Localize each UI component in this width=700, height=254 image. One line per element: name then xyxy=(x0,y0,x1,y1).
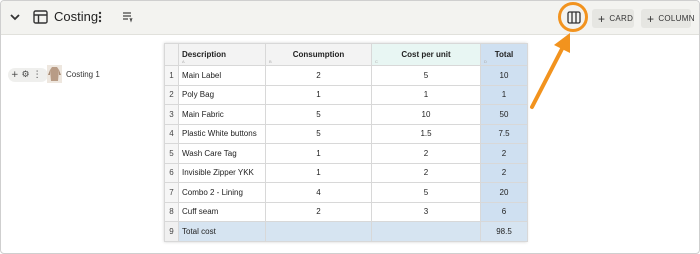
description-cell[interactable]: Poly Bag xyxy=(178,84,266,105)
row-number: 6 xyxy=(164,162,179,183)
table-row: 5 Wash Care Tag 1 2 2 xyxy=(164,143,528,164)
empty-cell xyxy=(265,221,372,242)
total-cell[interactable]: 2 xyxy=(480,162,528,183)
row-number: 2 xyxy=(164,84,179,105)
add-card-button[interactable]: + CARD xyxy=(592,9,634,28)
cost-cell[interactable]: 5 xyxy=(371,182,481,203)
consumption-cell[interactable]: 1 xyxy=(265,143,372,164)
total-cell[interactable]: 1 xyxy=(480,84,528,105)
add-card-label: CARD xyxy=(609,14,634,23)
description-cell[interactable]: Main Fabric xyxy=(178,104,266,125)
description-cell[interactable]: Plastic White buttons xyxy=(178,123,266,144)
cost-cell-selected[interactable]: 5 xyxy=(371,65,481,86)
row-number: 4 xyxy=(164,123,179,144)
consumption-cell[interactable]: 1 xyxy=(265,162,372,183)
consumption-cell[interactable]: 2 xyxy=(265,201,372,222)
table-row: 8 Cuff seam 2 3 6 xyxy=(164,201,528,222)
description-cell[interactable]: Combo 2 - Lining xyxy=(178,182,266,203)
table-icon xyxy=(33,10,48,24)
description-header[interactable]: Description A xyxy=(178,43,266,66)
add-column-button[interactable]: + COLUMN xyxy=(641,9,695,28)
cost-cell[interactable]: 3 xyxy=(371,201,481,222)
total-cost-value: 98.5 xyxy=(480,221,528,242)
row-number: 7 xyxy=(164,182,179,203)
panel-title: Costing xyxy=(54,9,99,24)
row-number: 8 xyxy=(164,201,179,222)
consumption-cell[interactable]: 5 xyxy=(265,123,372,144)
table-row: 1 Main Label 2 5 10 xyxy=(164,65,528,86)
total-header[interactable]: Total D xyxy=(480,43,528,66)
garment-thumbnail-image xyxy=(47,65,62,83)
row-number: 5 xyxy=(164,143,179,164)
consumption-header[interactable]: Consumption B xyxy=(265,43,372,66)
table-header-row: Description A Consumption B Cost per unit C… xyxy=(164,43,528,66)
plus-icon: + xyxy=(598,11,606,26)
cost-cell[interactable]: 1 xyxy=(371,84,481,105)
panel-header: Costing + CARD + COLUMN xyxy=(1,1,699,35)
cost-cell[interactable]: 1.5 xyxy=(371,123,481,144)
description-cell[interactable]: Invisible Zipper YKK xyxy=(178,162,266,183)
costing-table: Description A Consumption B Cost per unit C… xyxy=(164,43,528,242)
cost-cell[interactable]: 2 xyxy=(371,162,481,183)
chevron-down-icon[interactable] xyxy=(9,10,21,24)
row-controls: + ⚙ ⋮ xyxy=(8,68,48,82)
add-column-label: COLUMN xyxy=(658,14,695,23)
table-row: 3 Main Fabric 5 10 50 xyxy=(164,104,528,125)
list-filter-icon[interactable] xyxy=(122,11,133,23)
description-cell[interactable]: Cuff seam xyxy=(178,201,266,222)
row-number: 3 xyxy=(164,104,179,125)
consumption-cell[interactable]: 1 xyxy=(265,84,372,105)
cost-cell[interactable]: 10 xyxy=(371,104,481,125)
kebab-menu-icon[interactable] xyxy=(97,10,103,24)
plus-icon[interactable]: + xyxy=(11,70,19,80)
cost-cell[interactable]: 2 xyxy=(371,143,481,164)
costing-panel: Costing + CARD + COLUMN + ⚙ ⋮ Costing 1 … xyxy=(0,0,700,254)
gear-icon[interactable]: ⚙ xyxy=(22,70,30,80)
table-row: 4 Plastic White buttons 5 1.5 7.5 xyxy=(164,123,528,144)
table-row: 6 Invisible Zipper YKK 1 2 2 xyxy=(164,162,528,183)
row-number: 1 xyxy=(164,65,179,86)
consumption-cell[interactable]: 5 xyxy=(265,104,372,125)
total-cell[interactable]: 2 xyxy=(480,143,528,164)
cost-per-unit-header[interactable]: Cost per unit C xyxy=(371,43,481,66)
row-number-header xyxy=(164,43,179,66)
kebab-menu-icon[interactable]: ⋮ xyxy=(33,70,42,80)
empty-cell xyxy=(371,221,481,242)
total-cost-label: Total cost xyxy=(178,221,266,242)
total-cell[interactable]: 20 xyxy=(480,182,528,203)
highlight-circle xyxy=(558,2,588,32)
total-cell[interactable]: 50 xyxy=(480,104,528,125)
description-cell[interactable]: Main Label xyxy=(178,65,266,86)
total-cell[interactable]: 7.5 xyxy=(480,123,528,144)
consumption-cell[interactable]: 4 xyxy=(265,182,372,203)
total-cell[interactable]: 10 xyxy=(480,65,528,86)
annotation-arrow xyxy=(530,33,570,109)
row-number: 9 xyxy=(164,221,179,242)
table-row: 7 Combo 2 - Lining 4 5 20 xyxy=(164,182,528,203)
item-label: Costing 1 xyxy=(66,70,100,79)
description-cell[interactable]: Wash Care Tag xyxy=(178,143,266,164)
table-row: 2 Poly Bag 1 1 1 xyxy=(164,84,528,105)
plus-icon: + xyxy=(647,11,655,26)
consumption-cell[interactable]: 2 xyxy=(265,65,372,86)
total-cell[interactable]: 6 xyxy=(480,201,528,222)
total-cost-row: 9 Total cost 98.5 xyxy=(164,221,528,242)
